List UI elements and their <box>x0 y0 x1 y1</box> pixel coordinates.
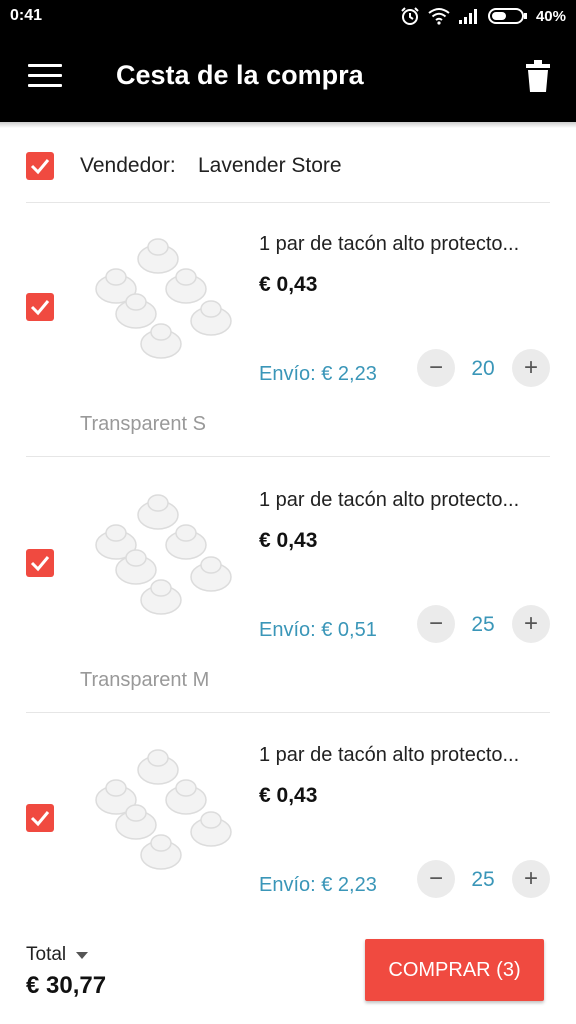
app-bar-shadow <box>0 122 576 128</box>
vendor-row: Vendedor: Lavender Store <box>0 122 576 202</box>
quantity-value[interactable]: 25 <box>460 613 506 637</box>
item-price: € 0,43 <box>259 529 318 552</box>
shipping-cost[interactable]: Envío: € 2,23 <box>259 363 377 386</box>
cart-item: 1 par de tacón alto protecto... € 0,43 E… <box>0 457 576 712</box>
total-value: € 30,77 <box>26 972 107 999</box>
cart-item: 1 par de tacón alto protecto... € 0,43 E… <box>0 201 576 456</box>
quantity-decrease-button[interactable]: − <box>417 605 455 643</box>
quantity-value[interactable]: 20 <box>460 357 506 381</box>
quantity-decrease-button[interactable]: − <box>417 349 455 387</box>
quantity-increase-button[interactable]: + <box>512 860 550 898</box>
status-bar: 0:41 40% <box>0 0 576 34</box>
menu-icon[interactable] <box>28 64 62 90</box>
alarm-icon <box>401 7 419 25</box>
signal-icon <box>458 9 477 24</box>
dropdown-caret-icon[interactable] <box>76 952 88 959</box>
checkmark-icon <box>30 811 50 827</box>
item-price: € 0,43 <box>259 273 318 296</box>
vendor-label: Vendedor: <box>80 154 176 177</box>
product-image[interactable] <box>86 229 236 369</box>
item-title[interactable]: 1 par de tacón alto protecto... <box>259 233 551 256</box>
checkmark-icon <box>30 300 50 316</box>
shipping-cost[interactable]: Envío: € 2,23 <box>259 874 377 897</box>
item-checkbox[interactable] <box>26 293 54 321</box>
product-image[interactable] <box>86 485 236 625</box>
quantity-increase-button[interactable]: + <box>512 349 550 387</box>
wifi-icon <box>428 8 450 25</box>
item-variant: Transparent M <box>80 669 210 691</box>
checkmark-icon <box>30 556 50 572</box>
quantity-increase-button[interactable]: + <box>512 605 550 643</box>
item-title[interactable]: 1 par de tacón alto protecto... <box>259 744 551 767</box>
quantity-decrease-button[interactable]: − <box>417 860 455 898</box>
trash-icon[interactable] <box>526 60 550 92</box>
cart-content: Vendedor: Lavender Store 1 par de tacón … <box>0 122 576 924</box>
buy-button[interactable]: COMPRAR (3) <box>365 939 544 1001</box>
checkout-footer: Total € 30,77 COMPRAR (3) <box>0 924 576 1024</box>
item-title[interactable]: 1 par de tacón alto protecto... <box>259 489 551 512</box>
item-price: € 0,43 <box>259 784 318 807</box>
item-variant: Transparent S <box>80 413 206 435</box>
product-image[interactable] <box>86 740 236 880</box>
item-checkbox[interactable] <box>26 549 54 577</box>
app-bar: Cesta de la compra <box>0 34 576 122</box>
item-checkbox[interactable] <box>26 804 54 832</box>
battery-icon <box>487 8 527 24</box>
checkmark-icon <box>30 159 50 175</box>
total-label[interactable]: Total <box>26 944 66 966</box>
battery-percentage: 40% <box>535 7 566 25</box>
vendor-checkbox[interactable] <box>26 152 54 180</box>
cart-item: 1 par de tacón alto protecto... € 0,43 E… <box>0 712 576 924</box>
status-time: 0:41 <box>10 7 43 24</box>
quantity-value[interactable]: 25 <box>460 868 506 892</box>
status-icons: 40% <box>400 6 566 26</box>
shipping-cost[interactable]: Envío: € 0,51 <box>259 619 377 642</box>
vendor-name[interactable]: Lavender Store <box>198 154 342 178</box>
page-title: Cesta de la compra <box>116 60 364 90</box>
